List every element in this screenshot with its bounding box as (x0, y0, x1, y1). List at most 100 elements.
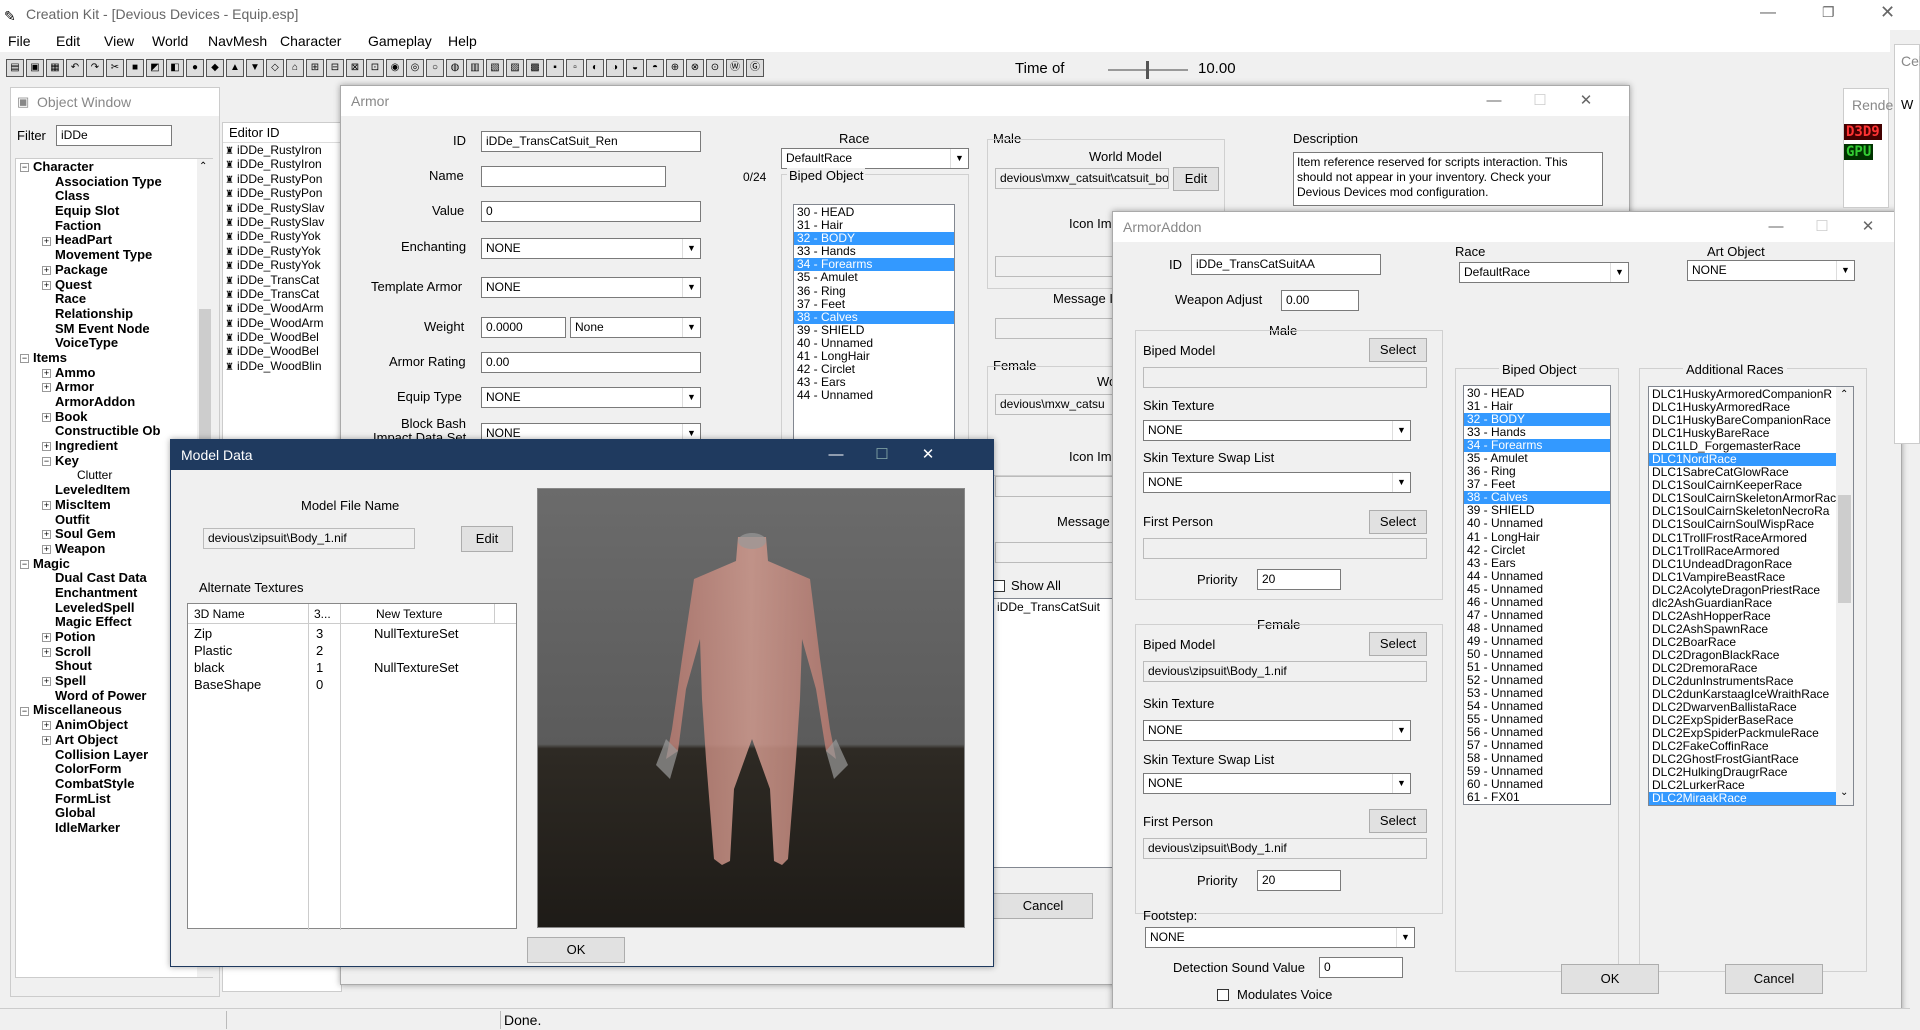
tree-node[interactable]: Movement Type (16, 247, 212, 263)
minimize-icon[interactable]: — (813, 440, 859, 470)
menu-item-view[interactable]: View (104, 33, 134, 49)
list-item[interactable]: ♜ iDDe_RustyIron (223, 157, 341, 171)
list-item[interactable]: 46 - Unnamed (1464, 595, 1610, 609)
list-item[interactable]: 48 - Unnamed (1464, 621, 1610, 635)
aa-cancel-button[interactable]: Cancel (1725, 964, 1823, 994)
menu-item-file[interactable]: File (8, 33, 31, 49)
expand-icon[interactable]: + (42, 368, 51, 378)
list-item[interactable]: 39 - SHIELD (794, 323, 954, 337)
toolbar-tool-icon[interactable]: ⌂ (286, 59, 304, 77)
modulates-voice-checkbox[interactable] (1217, 989, 1229, 1001)
maximize-icon[interactable]: ☐ (1517, 86, 1563, 116)
male-priority-field[interactable]: 20 (1257, 569, 1341, 590)
expand-icon[interactable]: + (42, 442, 51, 452)
expand-icon[interactable]: + (42, 544, 51, 554)
list-item[interactable]: DLC2AshHopperRace (1649, 609, 1853, 623)
tree-node[interactable]: VoiceType (16, 335, 212, 351)
toolbar-tool-icon[interactable]: ▧ (486, 59, 504, 77)
armor-addon-list[interactable]: iDDe_TransCatSuit (993, 598, 1113, 868)
show-all-checkbox[interactable] (993, 580, 1005, 592)
list-item[interactable]: 42 - Circlet (1464, 543, 1610, 557)
list-item[interactable]: 45 - Unnamed (1464, 582, 1610, 596)
list-item[interactable]: DLC1TrollFrostRaceArmored (1649, 531, 1853, 545)
tree-node[interactable]: Faction (16, 218, 212, 234)
minimize-icon[interactable]: — (1753, 212, 1799, 242)
female-icon-field[interactable] (995, 476, 1115, 497)
female-skin-texture-select[interactable]: NONE ▼ (1143, 720, 1411, 741)
value-field[interactable]: 0 (481, 201, 701, 222)
collapse-icon[interactable]: − (20, 354, 29, 363)
toolbar-tool-icon[interactable]: ▥ (466, 59, 484, 77)
list-item[interactable]: ♜ iDDe_RustyPon (223, 186, 341, 200)
aa-race-select[interactable]: DefaultRace ▼ (1459, 262, 1629, 283)
toolbar-tool-icon[interactable]: ⊡ (366, 59, 384, 77)
list-item[interactable]: 37 - Feet (794, 297, 954, 311)
table-row[interactable]: black 1 NullTextureSet (188, 659, 516, 676)
expand-icon[interactable]: + (42, 647, 51, 657)
icon-image-field[interactable] (995, 256, 1115, 277)
tree-node[interactable]: + Armor (16, 379, 212, 395)
list-item[interactable]: 38 - Calves (794, 310, 954, 324)
list-item[interactable]: DLC2MiraakRace (1649, 792, 1853, 805)
list-item[interactable]: 41 - LongHair (1464, 530, 1610, 544)
list-item[interactable]: 47 - Unnamed (1464, 608, 1610, 622)
toolbar-tool-icon[interactable]: ◓ (646, 59, 664, 77)
toolbar-tool-icon[interactable]: ◑ (606, 59, 624, 77)
name-field[interactable] (481, 166, 666, 187)
tree-node[interactable]: ArmorAddon (16, 394, 212, 410)
expand-icon[interactable]: + (42, 530, 51, 540)
detection-sound-field[interactable]: 0 (1319, 957, 1403, 978)
female-world-model-field[interactable]: devious\mxw_catsu (995, 394, 1115, 415)
weight-field[interactable]: 0.0000 (481, 317, 566, 338)
chevron-down-icon[interactable]: ▼ (682, 278, 700, 297)
list-item[interactable]: 35 - Amulet (794, 271, 954, 284)
female-priority-field[interactable]: 20 (1257, 870, 1341, 891)
expand-icon[interactable]: + (42, 633, 51, 643)
chevron-down-icon[interactable]: ▼ (1392, 774, 1410, 793)
tree-node[interactable]: + Ammo (16, 365, 212, 381)
toolbar-tool-icon[interactable]: ○ (426, 59, 444, 77)
enchanting-select[interactable]: NONE ▼ (481, 238, 701, 259)
expand-icon[interactable]: + (42, 735, 51, 745)
list-item[interactable]: DLC2BoarRace (1649, 635, 1853, 649)
race-select[interactable]: DefaultRace ▼ (781, 148, 969, 169)
toolbar-tool-icon[interactable]: ◍ (446, 59, 464, 77)
list-item[interactable]: 40 - Unnamed (1464, 517, 1610, 530)
male-first-person-field[interactable] (1143, 538, 1427, 559)
expand-icon[interactable]: + (42, 412, 51, 422)
list-item[interactable]: DLC1VampireBeastRace (1649, 570, 1853, 584)
world-model-field[interactable]: devious\mxw_catsuit\catsuit_body_ (995, 168, 1169, 189)
list-item[interactable]: ♜ iDDe_TransCat (223, 287, 341, 301)
armor-rating-field[interactable]: 0.00 (481, 352, 701, 373)
toolbar-tool-icon[interactable]: ▪ (546, 59, 564, 77)
biped-object-list[interactable]: 30 - HEAD 31 - Hair 32 - BODY 33 - Hands 34 … (793, 204, 955, 444)
list-item[interactable]: ♜ iDDe_RustyYok (223, 258, 341, 272)
toolbar-tool-icon[interactable]: ▨ (506, 59, 524, 77)
restore-icon[interactable]: ❐ (1822, 4, 1835, 21)
menu-item-character[interactable]: Character (280, 33, 341, 49)
toolbar-tool-icon[interactable]: ◒ (626, 59, 644, 77)
toolbar-tool-icon[interactable]: Ⓖ (746, 59, 764, 77)
table-row[interactable]: Plastic 2 (188, 642, 516, 659)
model-data-ok-button[interactable]: OK (527, 937, 625, 963)
armor-addon-item[interactable]: iDDe_TransCatSuit (994, 599, 1112, 615)
toolbar-tool-icon[interactable]: ◩ (146, 59, 164, 77)
expand-icon[interactable]: + (42, 236, 51, 246)
alternate-textures-table[interactable]: 3D Name 3... New Texture Zip 3 NullTexture… (187, 603, 517, 930)
chevron-down-icon[interactable]: ▼ (682, 239, 700, 258)
list-item[interactable]: ♜ iDDe_RustyYok (223, 229, 341, 243)
toolbar-tool-icon[interactable]: ▣ (26, 59, 44, 77)
list-item[interactable]: ♜ iDDe_RustySlav (223, 215, 341, 229)
toolbar-tool-icon[interactable]: ■ (126, 59, 144, 77)
collapse-icon[interactable]: − (42, 456, 51, 466)
aa-ok-button[interactable]: OK (1561, 964, 1659, 994)
expand-icon[interactable]: + (42, 721, 51, 731)
female-message-field[interactable] (995, 542, 1115, 563)
list-item[interactable]: DLC1UndeadDragonRace (1649, 557, 1853, 571)
aa-id-field[interactable]: iDDe_TransCatSuitAA (1191, 254, 1381, 275)
toolbar-tool-icon[interactable]: Ⓦ (726, 59, 744, 77)
expand-icon[interactable]: + (42, 383, 51, 393)
toolbar-tool-icon[interactable]: ⊕ (666, 59, 684, 77)
weight-type-select[interactable]: None ▼ (570, 317, 701, 338)
expand-icon[interactable]: + (42, 280, 51, 290)
